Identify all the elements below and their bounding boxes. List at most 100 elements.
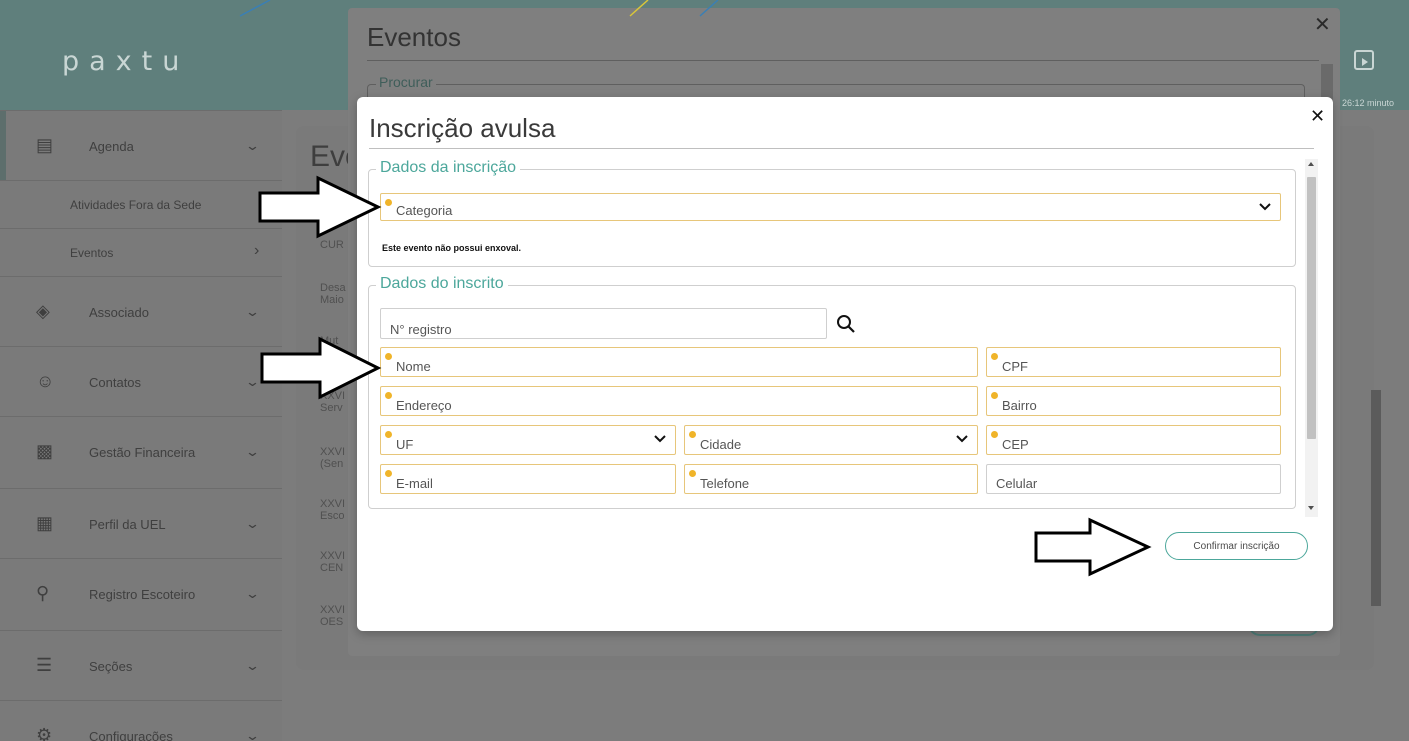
chevron-down-icon: ⌄ [244,304,261,319]
required-indicator [385,431,392,438]
search-legend: Procurar [376,74,436,90]
chevron-down-icon: ⌄ [244,728,261,741]
scroll-up-icon[interactable] [1308,162,1314,166]
sidebar-item-label: Perfil da UEL [89,517,166,532]
categoria-placeholder: Categoria [396,203,453,218]
sidebar-item-contatos[interactable]: ☺ Contatos ⌄ [0,346,282,416]
list-icon: ☰ [36,655,53,675]
chevron-down-icon: ⌄ [244,586,261,601]
dados-inscrito-legend: Dados do inscrito [376,275,508,293]
chevron-down-icon [1259,203,1271,211]
events-row[interactable]: CUR [320,239,344,251]
sidebar-item-secoes[interactable]: ☰ Seções ⌄ [0,630,282,700]
sidebar-item-agenda[interactable]: ▤ Agenda ⌄ [0,110,282,180]
app-logo: paxtu [62,46,190,77]
uf-placeholder: UF [396,437,414,452]
telefone-input[interactable]: Telefone [684,464,978,494]
categoria-select[interactable]: Categoria [380,193,1281,221]
key-icon: ⚲ [36,583,50,603]
sidebar-item-label: Agenda [89,139,134,154]
registro-placeholder: N° registro [390,322,452,337]
events-row[interactable]: XXVI CEN [320,550,345,574]
sidebar-subitem-label: Atividades Fora da Sede [70,198,202,212]
nome-input[interactable]: Nome [380,347,978,377]
registro-input[interactable]: N° registro [380,308,827,339]
chevron-down-icon: ⌄ [244,444,261,459]
scroll-down-icon[interactable] [1308,506,1314,510]
close-icon[interactable]: ✕ [1310,106,1325,127]
bairro-placeholder: Bairro [1002,398,1037,413]
sidebar-item-gestao-financeira[interactable]: ▩ Gestão Financeira ⌄ [0,416,282,486]
divider [369,148,1314,149]
celular-placeholder: Celular [996,476,1038,491]
endereco-input[interactable]: Endereço [380,386,978,416]
sidebar-item-label: Contatos [89,375,142,390]
bar-chart-icon: ▩ [36,441,54,461]
sidebar-item-registro-escoteiro[interactable]: ⚲ Registro Escoteiro ⌄ [0,558,282,628]
sidebar-item-label: Configurações [89,729,173,741]
confirmar-inscricao-button[interactable]: Confirmar inscrição [1165,532,1308,560]
sidebar-item-label: Associado [89,305,149,320]
required-indicator [991,392,998,399]
celular-input[interactable]: Celular [986,464,1281,494]
events-row[interactable]: A re [320,203,340,215]
chevron-down-icon: ⌄ [244,658,261,673]
chevron-down-icon [956,435,968,443]
inscricao-avulsa-modal: Inscrição avulsa ✕ Dados da inscrição Ca… [357,97,1333,631]
dados-inscricao-legend: Dados da inscrição [376,159,521,177]
cpf-placeholder: CPF [1002,359,1028,374]
required-indicator [385,470,392,477]
email-placeholder: E-mail [396,476,433,491]
cep-input[interactable]: CEP [986,425,1281,455]
cpf-input[interactable]: CPF [986,347,1281,377]
grid-icon: ▦ [36,513,54,533]
telefone-placeholder: Telefone [700,476,750,491]
sidebar-subitem-eventos[interactable]: Eventos › [0,228,282,276]
sidebar-item-associado[interactable]: ◈ Associado ⌄ [0,276,282,346]
close-icon[interactable]: ✕ [1314,12,1331,36]
events-row[interactable]: Mut VID [320,335,338,359]
session-timer: 26:12 minuto [1342,98,1395,108]
email-input[interactable]: E-mail [380,464,676,494]
required-indicator [689,470,696,477]
bairro-input[interactable]: Bairro [986,386,1281,416]
eventos-modal-title: Eventos [367,22,461,52]
events-row[interactable]: XXVI OES [320,604,345,628]
sidebar-subitem-label: Eventos [70,246,114,260]
cidade-select[interactable]: Cidade [684,425,978,455]
events-row[interactable]: XXVI Serv [320,390,345,414]
modal-scrollbar-thumb[interactable] [1307,177,1316,439]
events-row[interactable]: XXVI Esco [320,498,345,522]
sidebar-item-label: Registro Escoteiro [89,587,196,602]
layers-icon: ◈ [36,301,50,321]
required-indicator [991,353,998,360]
events-row[interactable]: XXVI (Sen [320,446,345,470]
required-indicator [385,353,392,360]
events-scrollbar[interactable] [1371,390,1381,606]
search-icon[interactable] [835,313,857,335]
required-indicator [385,199,392,206]
sidebar-item-perfil-uel[interactable]: ▦ Perfil da UEL ⌄ [0,488,282,558]
endereco-placeholder: Endereço [396,398,452,413]
required-indicator [991,431,998,438]
divider [367,60,1319,61]
chevron-down-icon: ⌄ [244,138,261,153]
cep-placeholder: CEP [1002,437,1029,452]
modal-title: Inscrição avulsa [369,113,556,143]
required-indicator [385,392,392,399]
sidebar-item-label: Seções [89,659,133,674]
enxoval-note: Este evento não possui enxoval. [382,243,522,253]
user-icon: ☺ [36,371,55,391]
sidebar-item-configuracoes[interactable]: ⚙ Configurações ⌄ [0,700,282,741]
calendar-icon: ▤ [36,135,54,155]
gear-icon: ⚙ [36,725,53,741]
events-row[interactable]: Desa Maio [320,282,346,306]
uf-select[interactable]: UF [380,425,676,455]
logout-icon[interactable] [1354,50,1374,70]
sidebar-subitem-atividades[interactable]: Atividades Fora da Sede [0,180,282,228]
nome-placeholder: Nome [396,359,431,374]
sidebar-item-label: Gestão Financeira [89,445,196,460]
chevron-down-icon: ⌄ [244,516,261,531]
cidade-placeholder: Cidade [700,437,742,452]
chevron-right-icon: › [254,242,260,259]
